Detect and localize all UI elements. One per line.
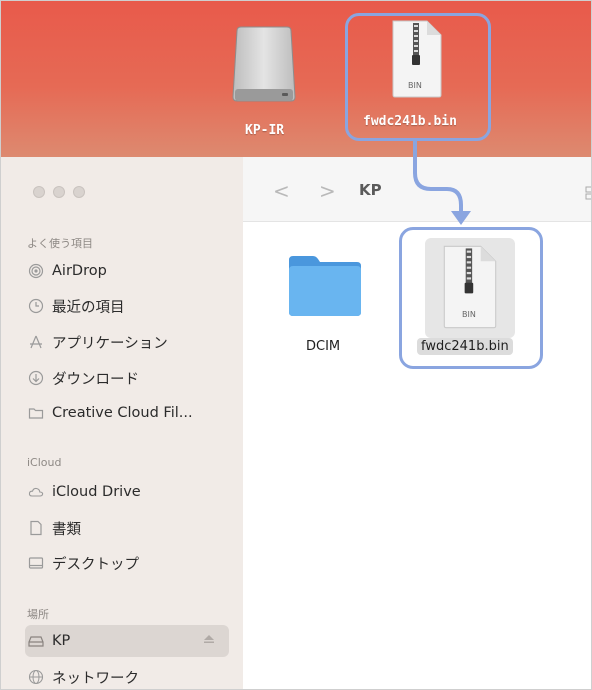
desktop-area: KP-IR BIN fwdc241b.bin (1, 1, 591, 157)
finder-toolbar: < > (243, 157, 591, 222)
cloud-icon (28, 484, 44, 500)
minimize-window-button[interactable] (53, 186, 65, 198)
desktop-icon (28, 555, 44, 571)
airdrop-icon (28, 263, 44, 279)
sidebar-item-downloads[interactable]: ダウンロード (25, 362, 229, 394)
sidebar-item-label: ダウンロード (52, 371, 139, 388)
download-icon (28, 370, 44, 386)
network-icon (28, 669, 44, 685)
sidebar-item-label: Creative Cloud Fil... (52, 405, 193, 421)
sidebar-item-creative-cloud[interactable]: Creative Cloud Fil... (25, 397, 229, 429)
sidebar-item-recents[interactable]: 最近の項目 (25, 290, 229, 322)
back-button[interactable]: < (273, 179, 290, 203)
annotation-highlight-finder (399, 227, 543, 369)
sidebar-item-label: AirDrop (52, 263, 107, 279)
sidebar-item-label: デスクトップ (52, 556, 139, 573)
sidebar-item-label: ネットワーク (52, 670, 139, 687)
external-drive-icon (232, 26, 296, 102)
sidebar-item-icloud-drive[interactable]: iCloud Drive (25, 476, 229, 508)
favorites-header: よく使う項目 (27, 237, 93, 250)
window-title: KP (359, 181, 382, 199)
sidebar-item-label: iCloud Drive (52, 484, 141, 500)
forward-button[interactable]: > (319, 179, 336, 203)
applications-icon (28, 334, 44, 350)
drive-icon (28, 633, 44, 649)
folder-icon (28, 405, 44, 421)
sidebar-item-documents[interactable]: 書類 (25, 512, 229, 544)
annotation-highlight-desktop (345, 13, 491, 141)
sidebar-item-kp[interactable]: KP (25, 625, 229, 657)
close-window-button[interactable] (33, 186, 45, 198)
sidebar-item-label: アプリケーション (52, 335, 168, 352)
sidebar-item-label: 最近の項目 (52, 299, 125, 316)
sidebar-item-applications[interactable]: アプリケーション (25, 326, 229, 358)
icloud-header: iCloud (27, 456, 62, 469)
blue-folder-icon (289, 256, 361, 316)
finder-sidebar: よく使う項目 AirDrop 最近の項目 アプリケーション ダウンロード Cre… (1, 157, 244, 689)
drive-label: KP-IR (245, 123, 285, 138)
sidebar-item-airdrop[interactable]: AirDrop (25, 255, 229, 287)
view-options-icon[interactable] (585, 185, 591, 204)
sidebar-item-network[interactable]: ネットワーク (25, 661, 229, 689)
locations-header: 場所 (27, 608, 49, 621)
desktop-drive-kp-ir[interactable]: KP-IR (227, 23, 301, 138)
eject-icon[interactable] (203, 633, 215, 649)
sidebar-item-desktop[interactable]: デスクトップ (25, 547, 229, 579)
sidebar-item-label: 書類 (52, 521, 81, 538)
content-item-dcim[interactable] (285, 252, 365, 352)
screenshot-stage: KP-IR BIN fwdc241b.bin よく使う項目 AirDrop 最近… (0, 0, 592, 690)
dcim-label: DCIM (306, 339, 341, 354)
zoom-window-button[interactable] (73, 186, 85, 198)
document-icon (28, 520, 44, 536)
sidebar-item-label: KP (52, 633, 71, 649)
clock-icon (28, 298, 44, 314)
